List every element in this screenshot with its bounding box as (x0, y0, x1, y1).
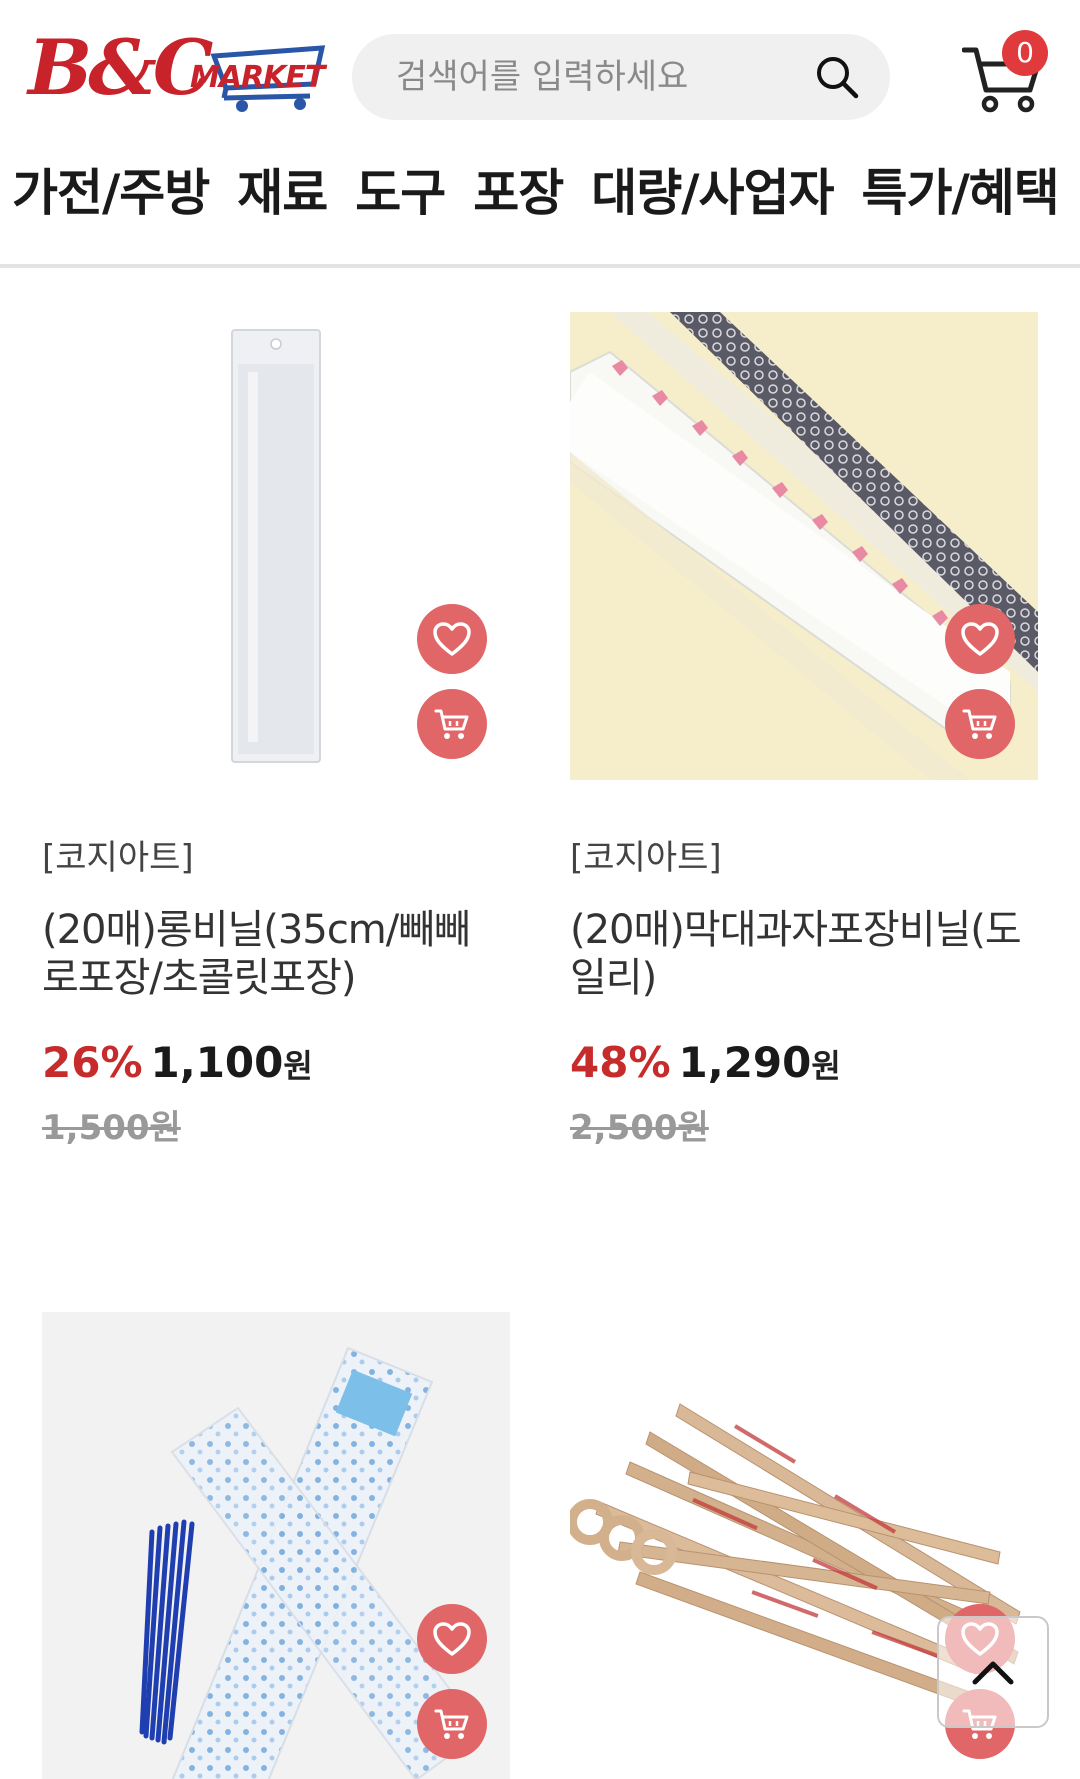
logo[interactable]: B&C MARKET (28, 30, 328, 116)
chevron-up-icon (972, 1661, 1014, 1685)
product-card[interactable] (42, 1312, 512, 1779)
discount-rate: 26% (42, 1038, 143, 1087)
nav-item-ingredients[interactable]: 재료 (237, 160, 328, 226)
add-to-cart-button[interactable] (417, 1689, 487, 1759)
heart-icon (433, 1622, 471, 1656)
wishlist-button[interactable] (417, 1604, 487, 1674)
nav-item-tools[interactable]: 도구 (355, 160, 446, 226)
logo-subtext: MARKET (190, 60, 325, 95)
cart-icon (962, 709, 997, 739)
product-card[interactable]: [코지아트] (20매)롱비닐(35cm/빼빼로포장/초콜릿포장) 26% 1,1… (42, 312, 512, 1152)
wishlist-button[interactable] (945, 604, 1015, 674)
scroll-top-button[interactable] (937, 1616, 1049, 1728)
cart-icon (434, 1709, 469, 1739)
heart-icon (961, 622, 999, 656)
divider (0, 264, 1080, 268)
product-name[interactable]: (20매)막대과자포장비닐(도일리) (570, 906, 1030, 1002)
price-unit: 원 (283, 1047, 313, 1085)
logo-text: B&C (28, 23, 213, 112)
category-nav: 가전/주방 재료 도구 포장 대량/사업자 특가/혜택 (0, 160, 1080, 226)
header: B&C MARKET 0 (0, 0, 1080, 142)
original-price: 1,500원 (42, 1108, 181, 1148)
discount-rate: 48% (570, 1038, 671, 1087)
nav-item-bulk[interactable]: 대량/사업자 (591, 160, 834, 226)
product-brand: [코지아트] (42, 838, 194, 878)
price-row: 48% 1,290원 (570, 1038, 841, 1087)
nav-item-packaging[interactable]: 포장 (473, 160, 564, 226)
original-price: 2,500원 (570, 1108, 709, 1148)
cart-count-badge: 0 (1002, 30, 1048, 76)
nav-item-appliance[interactable]: 가전/주방 (12, 160, 210, 226)
cart-button[interactable]: 0 (958, 30, 1058, 120)
product-brand: [코지아트] (570, 838, 722, 878)
search-icon[interactable] (814, 54, 860, 100)
add-to-cart-button[interactable] (417, 689, 487, 759)
price-row: 26% 1,100원 (42, 1038, 313, 1087)
heart-icon (433, 622, 471, 656)
cart-icon (434, 709, 469, 739)
sale-price: 1,290 (678, 1038, 812, 1087)
wishlist-button[interactable] (417, 604, 487, 674)
search-input[interactable] (396, 54, 796, 100)
add-to-cart-button[interactable] (945, 689, 1015, 759)
search-bar (352, 34, 890, 120)
price-unit: 원 (811, 1047, 841, 1085)
product-name[interactable]: (20매)롱비닐(35cm/빼빼로포장/초콜릿포장) (42, 906, 502, 1002)
product-card[interactable]: [코지아트] (20매)막대과자포장비닐(도일리) 48% 1,290원 2,50… (570, 312, 1040, 1152)
nav-item-deals[interactable]: 특가/혜택 (862, 160, 1060, 226)
sale-price: 1,100 (150, 1038, 284, 1087)
